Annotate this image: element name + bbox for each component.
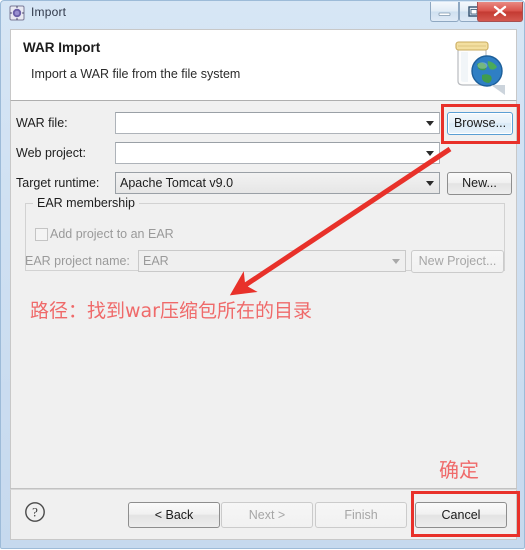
help-question-icon[interactable]: ? [24, 501, 46, 523]
svg-text:?: ? [32, 505, 38, 520]
war-file-label: WAR file: [16, 116, 68, 130]
back-button[interactable]: < Back [128, 502, 220, 528]
window-title: Import [31, 5, 67, 19]
chevron-down-icon[interactable] [426, 121, 434, 126]
cancel-button[interactable]: Cancel [415, 502, 507, 528]
war-jar-globe-icon [444, 33, 510, 97]
ear-project-name-label: EAR project name: [25, 254, 130, 268]
new-runtime-button[interactable]: New... [447, 172, 512, 195]
wizard-footer: ? < Back Next > Finish Cancel [10, 489, 517, 540]
browse-button[interactable]: Browse... [447, 112, 513, 135]
ear-project-name-select[interactable]: EAR [138, 250, 406, 272]
close-button[interactable] [477, 2, 523, 22]
ear-membership-legend: EAR membership [33, 196, 139, 210]
new-ear-project-button[interactable]: New Project... [411, 250, 504, 273]
target-runtime-value: Apache Tomcat v9.0 [120, 176, 234, 190]
target-runtime-select[interactable]: Apache Tomcat v9.0 [115, 172, 440, 194]
chevron-down-icon[interactable] [426, 181, 434, 186]
target-runtime-label: Target runtime: [16, 176, 100, 190]
web-project-label: Web project: [16, 146, 86, 160]
wizard-body: WAR file: Browse... Web project: Target … [10, 101, 517, 489]
add-project-to-ear-label: Add project to an EAR [50, 227, 174, 241]
minimize-button[interactable] [430, 2, 459, 22]
title-bar: Import [1, 1, 525, 27]
add-project-to-ear-checkbox[interactable] [35, 228, 48, 241]
chevron-down-icon[interactable] [392, 259, 400, 264]
chevron-down-icon[interactable] [426, 151, 434, 156]
next-button[interactable]: Next > [221, 502, 313, 528]
path-annotation-note: 路径：找到war压缩包所在的目录 [30, 300, 312, 322]
page-description: Import a WAR file from the file system [31, 67, 241, 81]
finish-button[interactable]: Finish [315, 502, 407, 528]
import-icon [9, 5, 25, 21]
import-dialog-window: Import WAR Import Import a WAR file from… [0, 0, 525, 549]
wizard-header: WAR Import Import a WAR file from the fi… [10, 29, 517, 101]
war-file-input[interactable] [115, 112, 440, 134]
web-project-input[interactable] [115, 142, 440, 164]
ear-project-name-value: EAR [143, 254, 169, 268]
page-title: WAR Import [23, 40, 101, 55]
confirm-annotation-note: 确定 [439, 458, 479, 482]
